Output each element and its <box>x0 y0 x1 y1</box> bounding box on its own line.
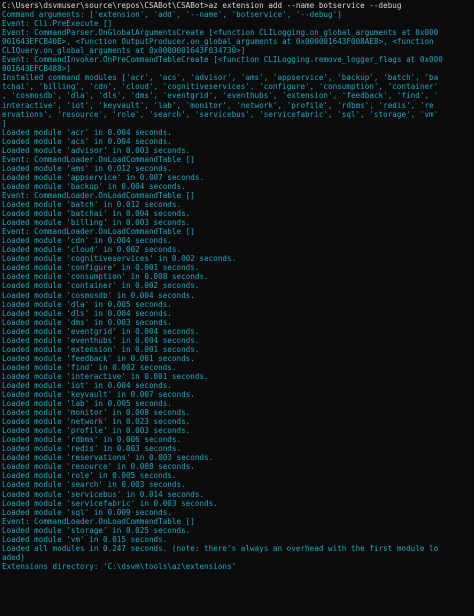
console-output-line: Loaded module 'ams' in 0.012 seconds. <box>2 163 172 173</box>
console-output-line: Loaded module 'eventgrid' in 0.004 secon… <box>2 326 200 336</box>
console-output-line: Loaded module 'cognitiveservices' in 0.0… <box>2 254 237 264</box>
console-output-line: 001643EFCB40E>, <function OutputProducer… <box>2 37 434 47</box>
console-output-line: Loaded module 'billing' in 0.003 seconds… <box>2 218 191 228</box>
console-output-line: Loaded module 'acr' in 0.004 seconds. <box>2 127 172 137</box>
console-output-line: Loaded module 'search' in 0.003 seconds. <box>2 480 186 490</box>
console-output-line: Loaded module 'dms' in 0.003 seconds. <box>2 317 172 327</box>
console-output-line: Loaded module 'redis' in 0.003 seconds. <box>2 444 182 454</box>
console-output-line: Event: CommandInvoker.OnPreCommandTableC… <box>2 55 443 65</box>
console-output-line: Event: Cli.PreExecute [] <box>2 19 113 29</box>
console-output-line: Loaded module 'monitor' in 0.008 seconds… <box>2 408 191 418</box>
console-output-line: tchai', 'billing', 'cdn', 'cloud', 'cogn… <box>2 82 439 92</box>
console-output-line: Loaded module 'container' in 0.002 secon… <box>2 281 200 291</box>
console-output-line: Loaded module 'advisor' in 0.003 seconds… <box>2 145 191 155</box>
console-output-line: Loaded module 'reservations' in 0.003 se… <box>2 453 214 463</box>
console-output-line: Extensions directory: 'C:\dsvm\tools\az\… <box>2 561 237 571</box>
console-output-line: Event: CommandLoader.OnLoadCommandTable … <box>2 516 195 526</box>
console-output-line: Loaded module 'profile' in 0.003 seconds… <box>2 426 191 436</box>
console-output-line: Loaded module 'rdbms' in 0.006 seconds. <box>2 435 182 445</box>
console-output-line: Loaded module 'servicebus' in 0.014 seco… <box>2 489 205 499</box>
console-output-line: Loaded module 'interactive' in 0.001 sec… <box>2 371 209 381</box>
console-output-line: Loaded module 'servicefabric' in 0.003 s… <box>2 498 218 508</box>
console-output-line: Loaded module 'cloud' in 0.002 seconds. <box>2 245 182 255</box>
console-output-line: Loaded module 'consumption' in 0.008 sec… <box>2 272 209 282</box>
console-output-line: Loaded module 'appservice' in 0.007 seco… <box>2 172 205 182</box>
console-output-line: Loaded module 'batchai' in 0.004 seconds… <box>2 209 191 219</box>
console-output-line: Loaded module 'backup' in 0.004 seconds. <box>2 181 186 191</box>
console-output-line: interactive', 'iot', 'keyvault', 'lab', … <box>2 100 434 110</box>
console-output-line: Loaded module 'storage' in 0.025 seconds… <box>2 525 191 535</box>
console-output-line: , 'cosmosdb', 'dla', 'dls', 'dms', 'even… <box>2 91 439 101</box>
console-window[interactable]: C:\Users\dsvmuser\source\repos\CSABot\CS… <box>0 0 474 616</box>
console-output-line: Loaded module 'iot' in 0.004 seconds. <box>2 380 172 390</box>
console-output-line: CLIQuery.on_global_arguments at 0x000000… <box>2 46 246 56</box>
console-output-line: Event: CommandLoader.OnLoadCommandTable … <box>2 227 195 237</box>
console-output-line: Loaded module 'network' in 0.023 seconds… <box>2 417 191 427</box>
console-output-line: Loaded module 'feedback' in 0.001 second… <box>2 353 195 363</box>
console-output-line: ] <box>2 118 7 128</box>
console-output-line: aded) <box>2 552 25 562</box>
console-output-line: Loaded module 'cdn' in 0.004 seconds. <box>2 236 172 246</box>
console-output-line: Loaded module 'acs' in 0.004 seconds. <box>2 136 172 146</box>
console-output-line: Loaded module 'role' in 0.005 seconds. <box>2 471 177 481</box>
console-output-line: ervations', 'resource', 'role', 'search'… <box>2 109 439 119</box>
console-output-line: Loaded module 'configure' in 0.001 secon… <box>2 263 200 273</box>
console-output-line: Loaded module 'keyvault' in 0.007 second… <box>2 390 195 400</box>
console-output-line: Loaded module 'cosmosdb' in 0.004 second… <box>2 290 195 300</box>
console-output-line: Loaded module 'find' in 0.002 seconds. <box>2 362 177 372</box>
command-line: C:\Users\dsvmuser\source\repos\CSABot\CS… <box>2 1 402 10</box>
console-output-line: 001643EFCB488>] <box>2 64 71 74</box>
console-output-line: Loaded all modules in 0.247 seconds. (no… <box>2 543 439 553</box>
console-output-line: Loaded module 'eventhubs' in 0.004 secon… <box>2 335 200 345</box>
console-output-line: Loaded module 'batch' in 0.012 seconds. <box>2 200 182 210</box>
console-output-line: Event: CommandLoader.OnLoadCommandTable … <box>2 190 195 200</box>
console-output-line: Loaded module 'vm' in 0.015 seconds. <box>2 534 168 544</box>
console-output-line: Loaded module 'extension' in 0.001 secon… <box>2 344 200 354</box>
console-output-line: Event: CommandLoader.OnLoadCommandTable … <box>2 154 195 164</box>
console-output-line: Loaded module 'dla' in 0.005 seconds. <box>2 299 172 309</box>
console-output-line: Event: CommandParser.OnGlobalArgumentsCr… <box>2 28 439 38</box>
console-output-line: Loaded module 'resource' in 0.008 second… <box>2 462 195 472</box>
console-output-line: Loaded module 'dls' in 0.004 seconds. <box>2 308 172 318</box>
console-output-line: Loaded module 'sql' in 0.009 seconds. <box>2 507 172 517</box>
console-output-line: Loaded module 'lab' in 0.005 seconds. <box>2 399 172 409</box>
console-output-line: Installed command modules ['acr', 'acs',… <box>2 73 439 83</box>
console-output-line: Command arguments: ['extension', 'add', … <box>2 10 342 20</box>
